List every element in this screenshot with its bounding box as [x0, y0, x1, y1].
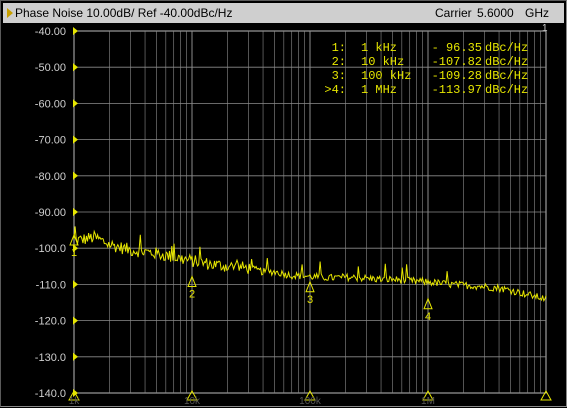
x-tick-label: 1k — [69, 396, 81, 407]
y-tick-arrow-icon — [73, 316, 78, 325]
marker-readout-freq: 1 kHz — [361, 41, 397, 55]
marker-readout-freq: 10 kHz — [361, 55, 404, 69]
instrument-display: Phase Noise 10.00dB/ Ref -40.00dBc/Hz Ca… — [0, 0, 567, 407]
y-tick-arrow-icon — [73, 63, 78, 72]
y-tick-arrow-icon — [73, 208, 78, 216]
marker-id-label: 4 — [425, 311, 431, 323]
trace-number-label: 1 — [542, 23, 548, 34]
marker-readout-value: -107.82 — [432, 55, 482, 69]
y-axis-ticks: -40.00 -50.00 -60.00 -70.00 -80.00 -90.00 -100… — [35, 26, 78, 400]
y-tick-label: -70.00 — [35, 135, 66, 147]
y-tick-label: -140.0 — [35, 388, 66, 400]
y-tick-label: -40.00 — [35, 26, 66, 38]
marker-readout-freq: 100 kHz — [361, 69, 411, 83]
y-tick-label: -90.00 — [35, 207, 66, 219]
y-tick-label: -80.00 — [35, 171, 66, 183]
marker-table: 1: 1 kHz - 96.35 dBc/Hz2: 10 kHz -107.82 dBc/H… — [324, 41, 528, 97]
marker-readout-unit: dBc/Hz — [485, 69, 528, 83]
y-tick-label: -110.0 — [36, 279, 66, 291]
marker-readout-freq: 1 MHz — [361, 83, 397, 97]
y-tick-label: -120.0 — [35, 316, 66, 328]
marker-id-label: 3 — [307, 294, 313, 306]
y-tick-label: -60.00 — [35, 98, 66, 110]
marker-id-label: 1 — [71, 247, 77, 259]
marker-readout-label: 1: — [332, 41, 346, 55]
y-tick-arrow-icon — [73, 280, 78, 289]
marker-readout-unit: dBc/Hz — [485, 83, 528, 97]
marker-id-label: 2 — [189, 289, 195, 301]
marker-readout-unit: dBc/Hz — [485, 41, 528, 55]
phase-noise-plot[interactable]: -40.00 -50.00 -60.00 -70.00 -80.00 -90.00 -100… — [1, 1, 567, 408]
y-tick-arrow-icon — [73, 352, 78, 361]
marker-readout-value: -109.28 — [432, 69, 482, 83]
x-tick-label: 1M — [421, 396, 435, 407]
marker-readout-value: -113.97 — [432, 83, 482, 97]
y-tick-arrow-icon — [73, 171, 78, 180]
marker-readout-label: 3: — [332, 69, 346, 83]
x-tick-label: 100k — [299, 396, 322, 407]
x-tick-label: 10k — [184, 396, 201, 407]
y-tick-arrow-icon — [73, 27, 78, 35]
y-tick-arrow-icon — [73, 99, 78, 108]
marker-readout-unit: dBc/Hz — [485, 55, 528, 69]
y-tick-label: -50.00 — [35, 62, 66, 74]
y-tick-label: -100.0 — [35, 243, 66, 255]
marker-readout-label: 2: — [332, 55, 346, 69]
marker-readout-label: >4: — [324, 83, 346, 97]
y-tick-arrow-icon — [73, 135, 78, 144]
marker-readout-value: - 96.35 — [432, 41, 482, 55]
y-tick-label: -130.0 — [35, 352, 66, 364]
